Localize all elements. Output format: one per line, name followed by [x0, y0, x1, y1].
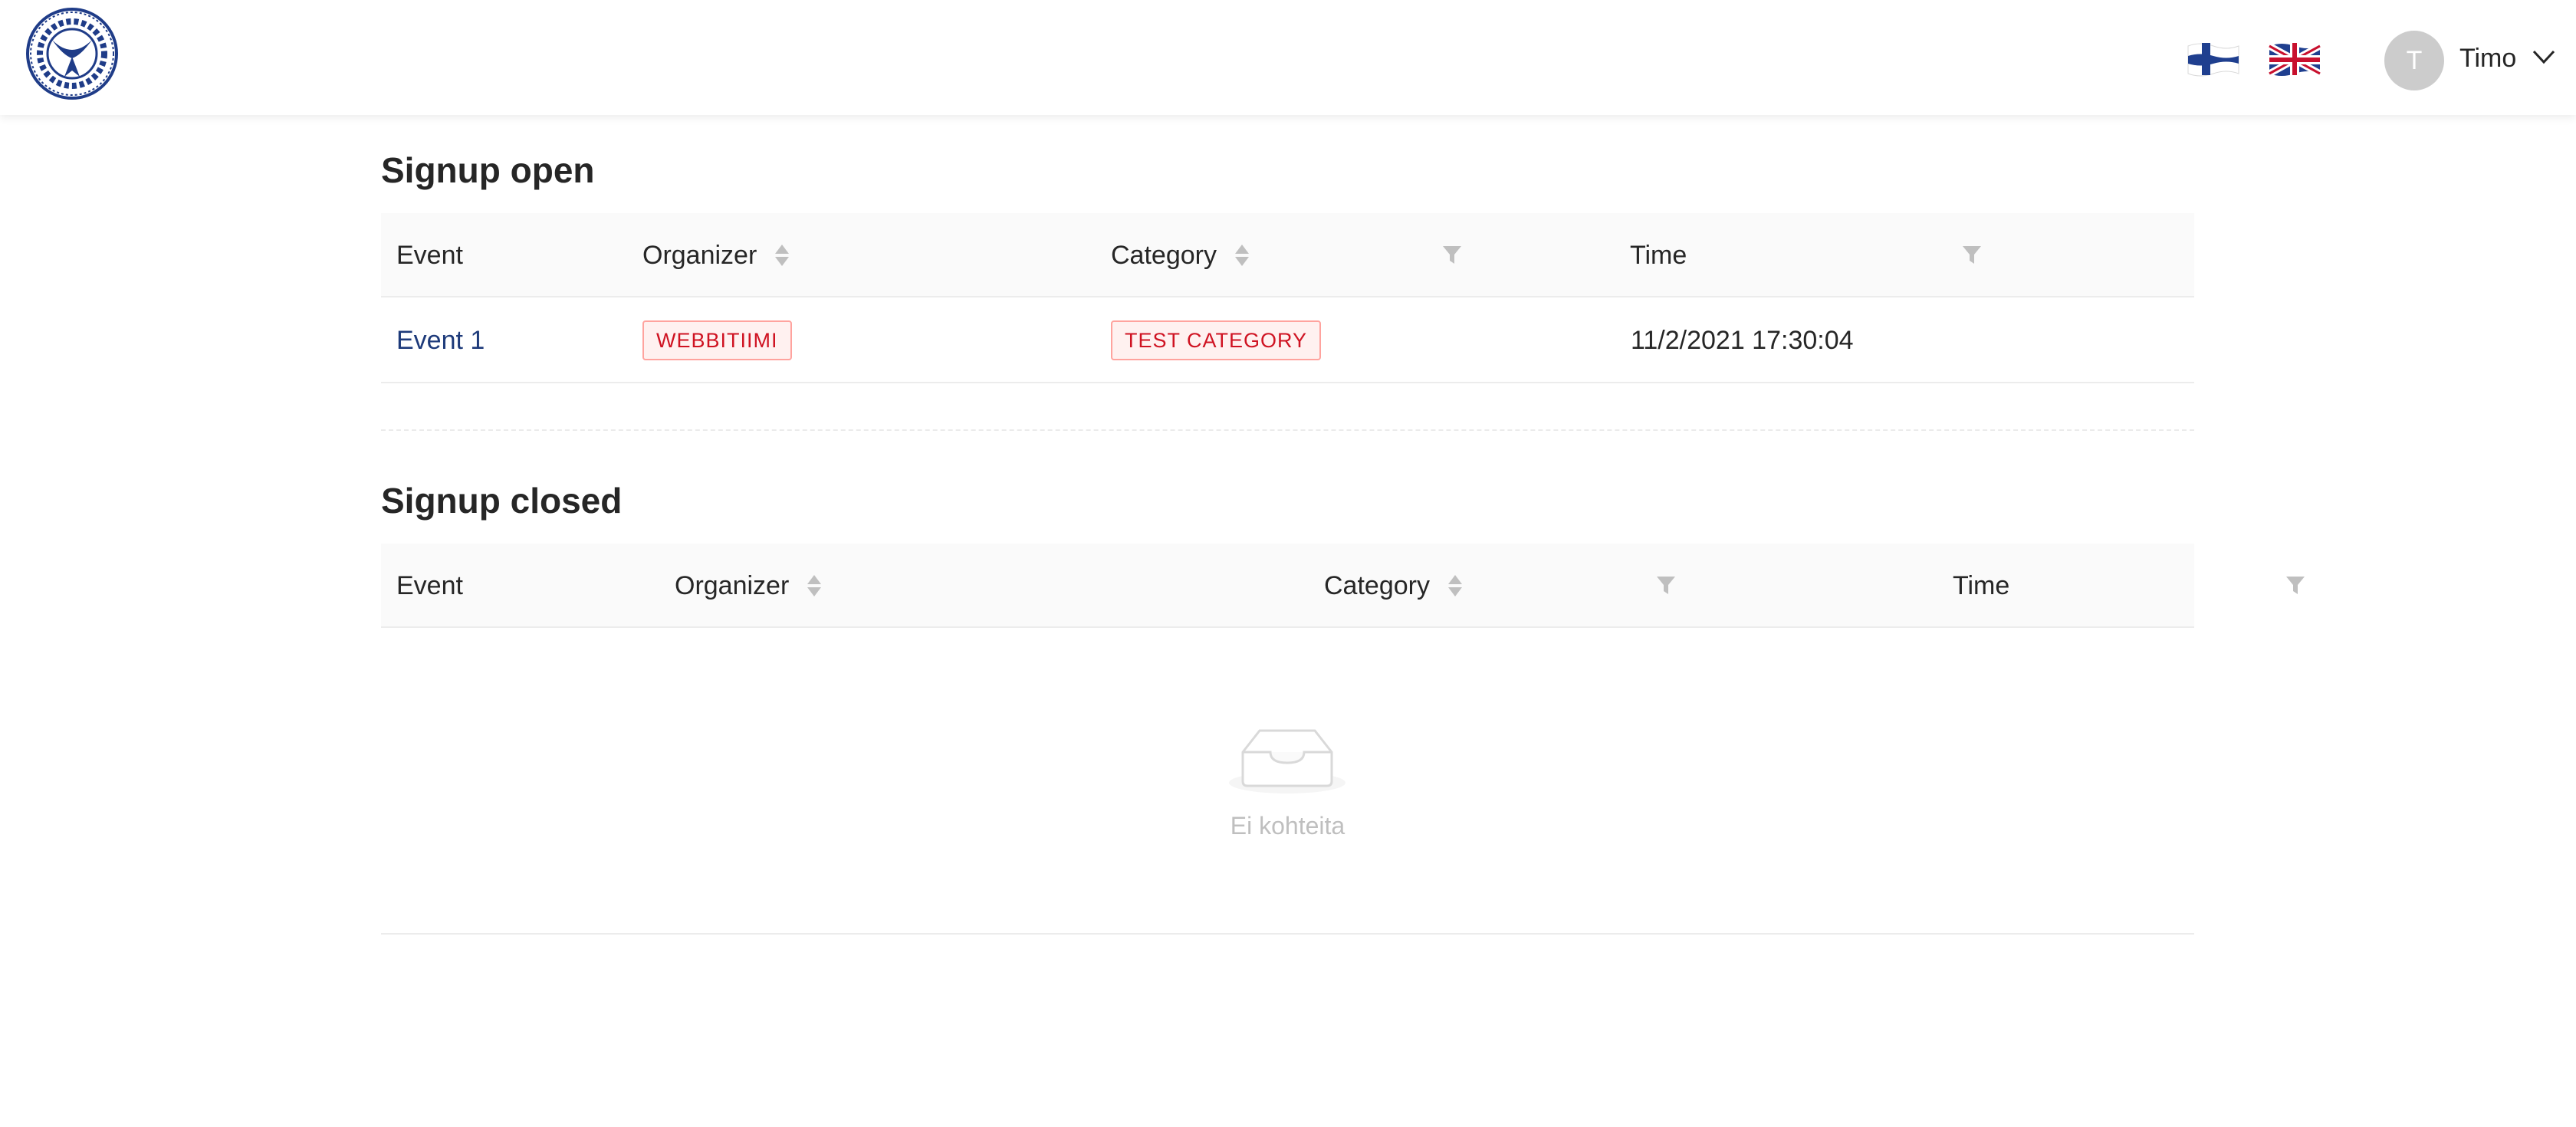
time-cell: 11/2/2021 17:30:04 — [1631, 325, 1854, 355]
user-name[interactable]: Timo — [2459, 41, 2516, 75]
avatar-initial: T — [2406, 45, 2423, 75]
logo-emblem[interactable] — [25, 6, 120, 101]
sort-icon[interactable] — [775, 242, 790, 268]
top-header: T Timo — [0, 0, 2576, 115]
table-header: Event Organizer Category Time — [381, 544, 2305, 628]
user-avatar[interactable]: T — [2384, 31, 2444, 90]
filter-icon[interactable] — [1655, 574, 1677, 597]
empty-text: Ei kohteita — [1230, 812, 1346, 840]
uk-flag-icon[interactable] — [2268, 40, 2321, 78]
section-title-signup-closed: Signup closed — [381, 481, 623, 521]
sort-icon[interactable] — [807, 573, 822, 599]
section-title-signup-open: Signup open — [381, 150, 595, 190]
filter-icon[interactable] — [2285, 574, 2306, 597]
table-row: Event 1 WEBBITIIMI TEST CATEGORY 11/2/20… — [381, 297, 2194, 383]
table-header: Event Organizer Category Time — [381, 213, 2194, 297]
column-header-category[interactable]: Category — [1111, 213, 1249, 297]
filter-icon[interactable] — [1441, 244, 1463, 267]
section-divider — [381, 429, 2194, 431]
column-header-organizer[interactable]: Organizer — [642, 213, 790, 297]
column-header-event: Event — [396, 240, 463, 270]
category-cell: TEST CATEGORY — [1111, 297, 1322, 383]
filter-icon[interactable] — [1961, 244, 1983, 267]
event-cell: Event 1 — [396, 297, 485, 383]
sort-icon[interactable] — [1234, 242, 1249, 268]
chevron-down-icon[interactable] — [2532, 48, 2556, 66]
event-link[interactable]: Event 1 — [396, 326, 485, 356]
column-header-organizer[interactable]: Organizer — [675, 544, 822, 628]
column-header-time: Time — [1630, 240, 1687, 270]
category-tag: TEST CATEGORY — [1111, 320, 1322, 360]
empty-state: Ei kohteita — [381, 628, 2194, 935]
column-header-event: Event — [396, 570, 463, 600]
column-header-time: Time — [1953, 570, 2010, 600]
organizer-tag: WEBBITIIMI — [642, 320, 792, 360]
empty-inbox-icon — [1229, 729, 1346, 794]
sort-icon[interactable] — [1447, 573, 1462, 599]
finnish-flag-icon[interactable] — [2187, 40, 2240, 78]
organizer-cell: WEBBITIIMI — [642, 297, 792, 383]
column-header-category[interactable]: Category — [1324, 544, 1462, 628]
